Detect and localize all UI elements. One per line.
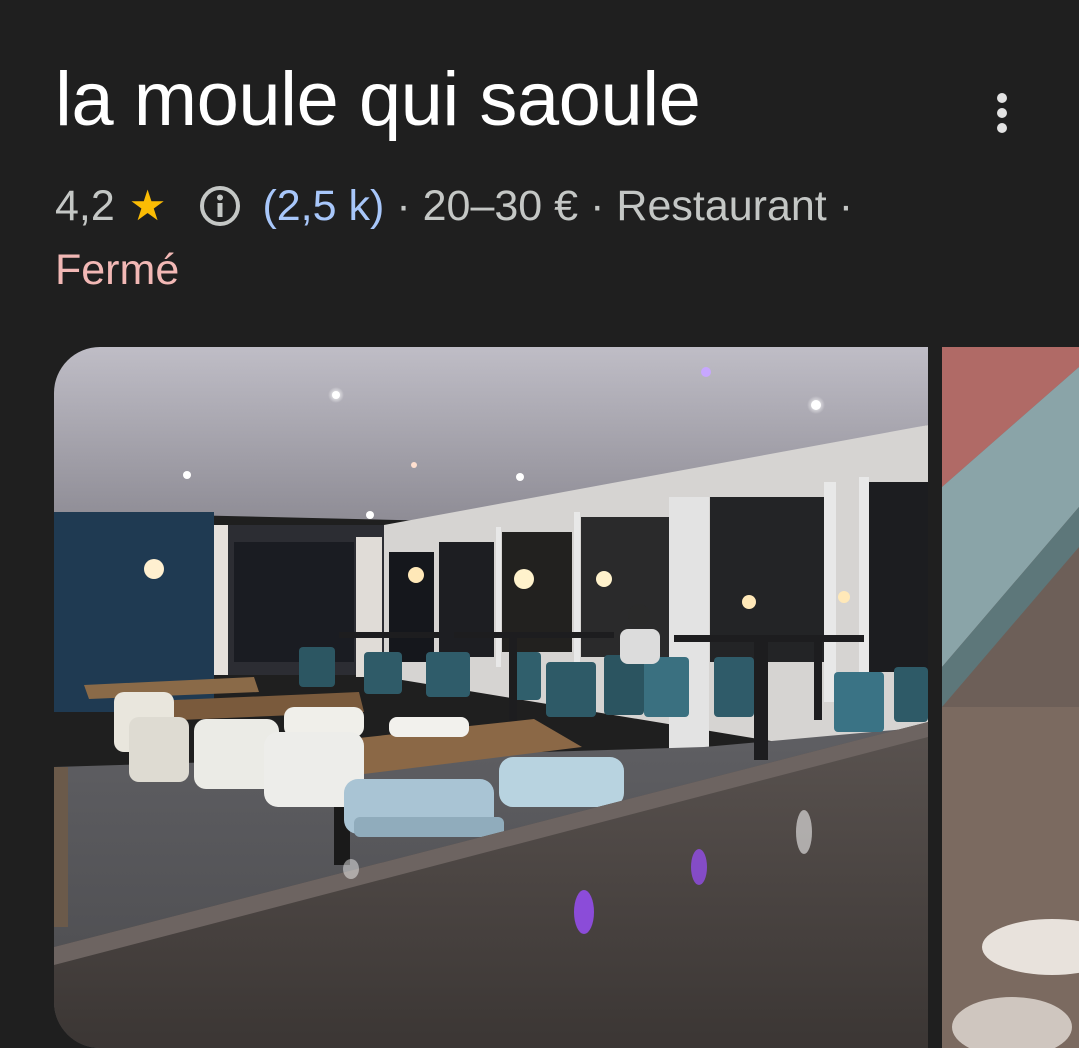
separator-dot: · [838,181,854,230]
star-icon: ★ [128,182,167,229]
price-range: 20–30 € [422,181,579,230]
place-photo-next[interactable] [942,347,1079,1048]
more-options-button[interactable] [980,85,1024,141]
more-vert-icon [997,93,1007,133]
next-photo-image [942,347,1079,1048]
place-meta-row: 4,2 ★ (2,5 k) · 20–30 € · Restaurant · [55,178,865,234]
separator-dot: · [590,181,605,230]
restaurant-interior-image [54,347,928,1048]
open-status: Fermé [55,246,180,294]
rating-value: 4,2 [55,181,115,230]
place-title: la moule qui saoule [55,57,701,142]
info-icon[interactable] [198,184,242,228]
place-category: Restaurant [616,181,827,230]
place-photo-main[interactable] [54,347,928,1048]
separator-dot: · [396,181,411,230]
reviews-count-link[interactable]: (2,5 k) [262,182,384,231]
